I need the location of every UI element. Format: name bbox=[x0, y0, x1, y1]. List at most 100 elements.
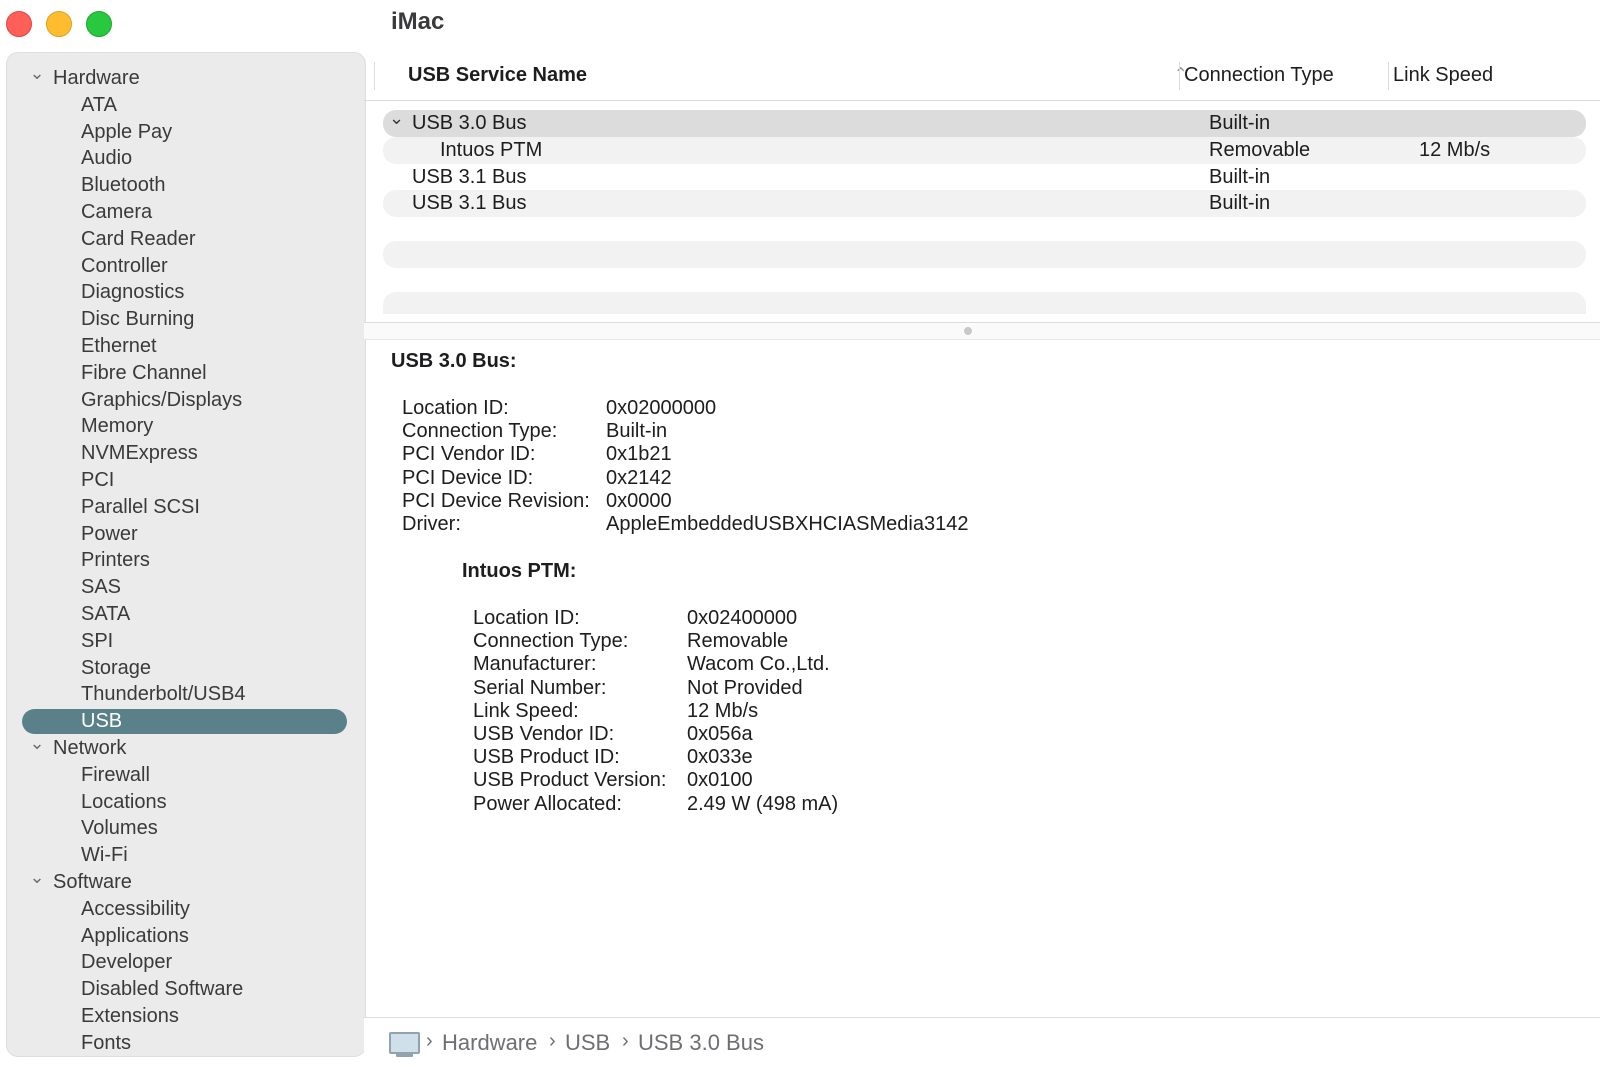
sidebar-group-label: Software bbox=[53, 870, 132, 893]
detail-field-value: 0x0100 bbox=[687, 769, 753, 792]
sidebar-item-card-reader[interactable]: Card Reader bbox=[7, 226, 365, 253]
detail-field-label: PCI Device Revision: bbox=[402, 489, 590, 512]
sidebar-item-fibre-channel[interactable]: Fibre Channel bbox=[7, 360, 365, 387]
column-header-connection-type[interactable]: Connection Type bbox=[1184, 64, 1334, 87]
window-title: iMac bbox=[391, 8, 445, 35]
imac-icon bbox=[389, 1032, 420, 1054]
chevron-down-icon[interactable]: ⌄ bbox=[29, 864, 45, 891]
sidebar-item-accessibility[interactable]: Accessibility bbox=[7, 896, 365, 923]
sidebar-item-ata[interactable]: ATA bbox=[7, 92, 365, 119]
sidebar-item-wi-fi[interactable]: Wi-Fi bbox=[7, 842, 365, 869]
table-row[interactable]: USB 3.1 Bus Built-in bbox=[383, 190, 1586, 218]
column-header-name[interactable]: USB Service Name bbox=[408, 64, 587, 87]
column-separator bbox=[374, 62, 375, 90]
sidebar-item-diagnostics[interactable]: Diagnostics bbox=[7, 279, 365, 306]
sidebar-item-developer[interactable]: Developer bbox=[7, 949, 365, 976]
sidebar-item-camera[interactable]: Camera bbox=[7, 199, 365, 226]
cell-connection-type: Built-in bbox=[1209, 112, 1271, 134]
sidebar-item-label: Thunderbolt/USB4 bbox=[81, 683, 246, 706]
sidebar-item-thunderbolt-usb4[interactable]: Thunderbolt/USB4 bbox=[7, 681, 365, 708]
sidebar-item-disabled-software[interactable]: Disabled Software bbox=[7, 976, 365, 1003]
sidebar-group-network[interactable]: ⌄ Network bbox=[7, 733, 365, 762]
sidebar-item-usb[interactable]: USB bbox=[7, 708, 365, 735]
table-row[interactable]: USB 3.1 Bus Built-in bbox=[383, 164, 1586, 191]
sidebar-item-printers[interactable]: Printers bbox=[7, 547, 365, 574]
minimize-button[interactable] bbox=[46, 11, 72, 37]
sidebar-item-ethernet[interactable]: Ethernet bbox=[7, 333, 365, 360]
cell-service-name: USB 3.1 Bus bbox=[412, 192, 527, 215]
cell-service-name: USB 3.0 Bus bbox=[412, 112, 527, 134]
detail-section-title: Intuos PTM: bbox=[462, 560, 577, 582]
sidebar-item-graphics-displays[interactable]: Graphics/Displays bbox=[7, 387, 365, 414]
sidebar-item-apple-pay[interactable]: Apple Pay bbox=[7, 119, 365, 146]
sidebar-item-power[interactable]: Power bbox=[7, 521, 365, 548]
list-header: USB Service Name ⌃ Connection Type Link … bbox=[364, 56, 1600, 101]
sidebar-item-label: Ethernet bbox=[81, 334, 157, 357]
detail-field: Power Allocated: 2.49 W (498 mA) bbox=[473, 793, 1373, 816]
detail-field: Location ID: 0x02000000 bbox=[402, 397, 1302, 420]
detail-field-label: Location ID: bbox=[473, 607, 580, 629]
table-row[interactable]: Intuos PTM Removable 12 Mb/s bbox=[383, 136, 1586, 164]
sidebar-item-locations[interactable]: Locations bbox=[7, 789, 365, 816]
chevron-down-icon[interactable]: ⌄ bbox=[389, 105, 404, 132]
sidebar-item-label: Controller bbox=[81, 254, 168, 277]
detail-field-value: 0x1b21 bbox=[606, 443, 672, 466]
breadcrumb-item[interactable]: Hardware bbox=[442, 1030, 537, 1056]
sidebar-item-memory[interactable]: Memory bbox=[7, 413, 365, 440]
empty-row bbox=[383, 292, 1586, 314]
sidebar-item-label: Audio bbox=[81, 147, 133, 170]
sidebar-item-label: Accessibility bbox=[81, 897, 190, 920]
column-separator bbox=[1388, 62, 1389, 90]
sidebar-item-storage[interactable]: Storage bbox=[7, 655, 365, 682]
sidebar-item-pci[interactable]: PCI bbox=[7, 467, 365, 494]
split-divider[interactable] bbox=[364, 322, 1600, 340]
sidebar-item-applications[interactable]: Applications bbox=[7, 923, 365, 950]
detail-field: USB Vendor ID: 0x056a bbox=[473, 723, 1373, 746]
column-separator bbox=[1179, 62, 1180, 90]
cell-link-speed: 12 Mb/s bbox=[1419, 138, 1491, 161]
divider-handle[interactable] bbox=[964, 327, 972, 335]
breadcrumb-item[interactable]: USB 3.0 Bus bbox=[638, 1030, 764, 1056]
sidebar-item-label: SATA bbox=[81, 602, 131, 625]
breadcrumb-item[interactable]: USB bbox=[565, 1030, 610, 1056]
sidebar-item-label: SAS bbox=[81, 576, 122, 599]
detail-field-value: 0x056a bbox=[687, 723, 753, 745]
selection-highlight bbox=[22, 709, 347, 735]
sidebar-item-parallel-scsi[interactable]: Parallel SCSI bbox=[7, 494, 365, 521]
sidebar-item-firewall[interactable]: Firewall bbox=[7, 762, 365, 789]
detail-section-title: USB 3.0 Bus: bbox=[391, 350, 517, 372]
cell-service-name: Intuos PTM bbox=[440, 138, 543, 161]
sidebar-item-controller[interactable]: Controller bbox=[7, 253, 365, 280]
sidebar-item-label: Applications bbox=[81, 924, 189, 947]
sidebar-item-fonts[interactable]: Fonts bbox=[7, 1030, 365, 1056]
sidebar-item-sas[interactable]: SAS bbox=[7, 574, 365, 601]
detail-field-label: Driver: bbox=[402, 513, 461, 535]
column-header-link-speed[interactable]: Link Speed bbox=[1393, 64, 1493, 87]
sidebar-item-label: Printers bbox=[81, 549, 150, 572]
sidebar-item-volumes[interactable]: Volumes bbox=[7, 815, 365, 842]
sidebar-group-hardware[interactable]: ⌄ Hardware bbox=[7, 63, 365, 92]
table-row[interactable]: ⌄ USB 3.0 Bus Built-in bbox=[383, 108, 1586, 137]
sidebar-item-disc-burning[interactable]: Disc Burning bbox=[7, 306, 365, 333]
sidebar-item-label: Locations bbox=[81, 790, 167, 813]
system-information-window: iMac ⌄ Hardware ATA Apple Pay Audio Bluetooth… bbox=[0, 0, 1600, 1067]
sidebar-item-audio[interactable]: Audio bbox=[7, 145, 365, 172]
detail-field: USB Product Version: 0x0100 bbox=[473, 769, 1373, 792]
sidebar-item-extensions[interactable]: Extensions bbox=[7, 1003, 365, 1030]
detail-field-label: USB Vendor ID: bbox=[473, 723, 615, 745]
close-button[interactable] bbox=[6, 11, 32, 37]
chevron-down-icon[interactable]: ⌄ bbox=[29, 730, 45, 757]
empty-row bbox=[383, 241, 1586, 268]
sidebar-item-label: Extensions bbox=[81, 1004, 179, 1027]
zoom-button[interactable] bbox=[86, 11, 112, 37]
detail-field-label: Connection Type: bbox=[473, 630, 629, 653]
sidebar-group-software[interactable]: ⌄ Software bbox=[7, 867, 365, 896]
cell-connection-type: Removable bbox=[1209, 138, 1311, 161]
chevron-right-icon: › bbox=[549, 1030, 556, 1052]
chevron-down-icon[interactable]: ⌄ bbox=[29, 60, 45, 87]
sidebar-item-sata[interactable]: SATA bbox=[7, 601, 365, 628]
detail-field-label: Link Speed: bbox=[473, 699, 579, 722]
sidebar-item-bluetooth[interactable]: Bluetooth bbox=[7, 172, 365, 199]
sidebar-item-nvmexpress[interactable]: NVMExpress bbox=[7, 440, 365, 467]
sidebar-item-spi[interactable]: SPI bbox=[7, 628, 365, 655]
